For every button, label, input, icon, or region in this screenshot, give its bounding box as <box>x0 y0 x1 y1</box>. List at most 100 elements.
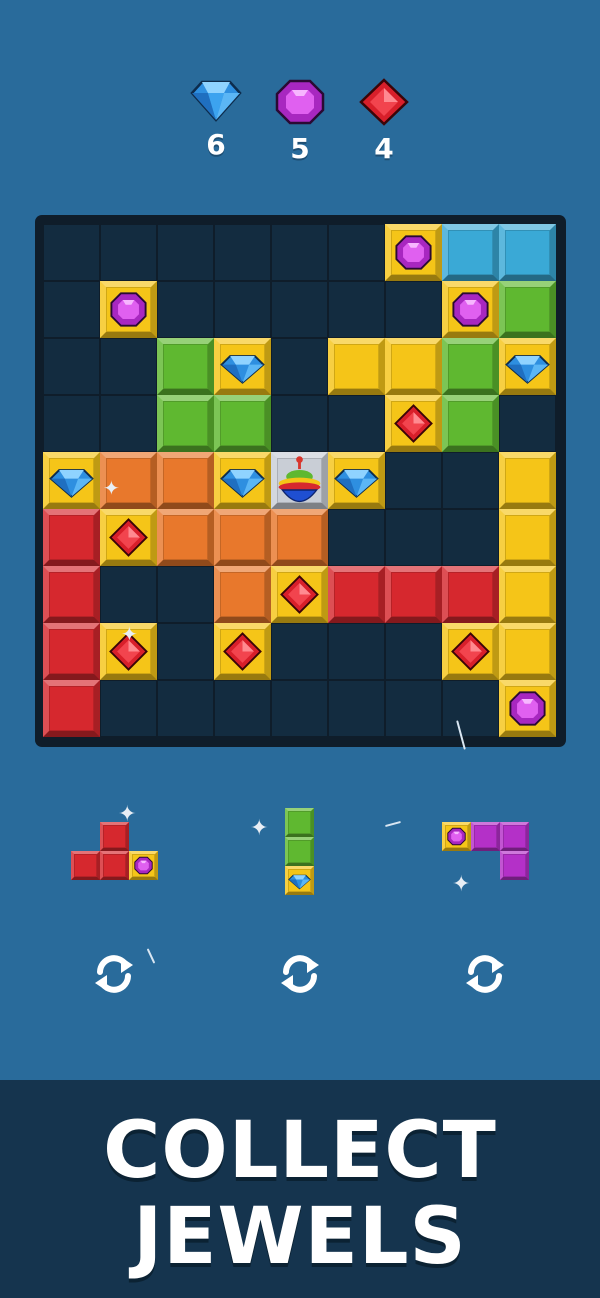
red-block <box>100 851 129 880</box>
board-cell[interactable] <box>271 623 328 680</box>
sparkle-icon: ✦ <box>121 622 138 646</box>
board-cell[interactable] <box>271 338 328 395</box>
red-gem-icon <box>109 518 148 557</box>
board-cell[interactable] <box>328 281 385 338</box>
rotate-icon <box>466 955 504 993</box>
board-cell[interactable] <box>157 224 214 281</box>
blue-diamond-count: 6 <box>206 128 226 161</box>
blue-gem-tile <box>214 452 271 509</box>
green-block <box>214 395 271 452</box>
green-block <box>442 395 499 452</box>
board-cell[interactable] <box>328 509 385 566</box>
board-cell[interactable] <box>442 509 499 566</box>
blue-diamond-icon <box>49 469 94 498</box>
yellow-block <box>499 623 556 680</box>
blue-diamond-icon <box>220 355 265 384</box>
red-gem-tile <box>214 623 271 680</box>
yellow-block <box>499 566 556 623</box>
blue-diamond-icon <box>505 355 550 384</box>
yellow-block <box>499 452 556 509</box>
purple-block <box>471 822 500 851</box>
purple-gem-icon <box>447 827 466 846</box>
board-cell[interactable] <box>43 338 100 395</box>
board-cell[interactable] <box>271 395 328 452</box>
spinning-top-icon <box>278 456 321 503</box>
rotate-button-middle[interactable] <box>277 951 323 997</box>
board-cell[interactable] <box>100 395 157 452</box>
board-cell[interactable] <box>157 566 214 623</box>
sparkle-icon: ✦ <box>118 802 137 827</box>
red-block <box>442 566 499 623</box>
goal-red-gem: 4 <box>354 78 414 164</box>
banner-line-1: COLLECT <box>103 1106 497 1196</box>
board-cell[interactable] <box>100 224 157 281</box>
orange-block <box>157 509 214 566</box>
board-cell[interactable] <box>385 281 442 338</box>
board-cell[interactable] <box>499 395 556 452</box>
board-cell[interactable] <box>328 623 385 680</box>
rotate-button-right[interactable] <box>462 951 508 997</box>
board-cell[interactable] <box>442 452 499 509</box>
blue-gem-tile <box>43 452 100 509</box>
red-block <box>328 566 385 623</box>
purple-gem-icon <box>110 292 147 327</box>
board-cell[interactable] <box>385 509 442 566</box>
green-block <box>442 338 499 395</box>
sparkle-icon: ✦ <box>452 872 471 897</box>
board-cell[interactable] <box>214 281 271 338</box>
board-cell[interactable] <box>100 680 157 737</box>
board-cell[interactable] <box>157 281 214 338</box>
purple-block <box>500 822 529 851</box>
blue-diamond-icon <box>288 874 311 890</box>
board-cell[interactable] <box>157 623 214 680</box>
board-cell[interactable] <box>328 395 385 452</box>
rotate-button-left[interactable] <box>91 951 137 997</box>
board-cell[interactable] <box>271 680 328 737</box>
purple-gem-count: 5 <box>290 132 310 165</box>
board-cell[interactable] <box>328 224 385 281</box>
green-block <box>157 338 214 395</box>
sparkle-icon: ✦ <box>250 816 269 841</box>
blue-gem-tile <box>214 338 271 395</box>
board-grid <box>43 224 556 737</box>
green-block <box>157 395 214 452</box>
red-block <box>43 623 100 680</box>
blue-diamond-icon <box>190 80 242 122</box>
board-cell[interactable] <box>43 395 100 452</box>
jewel-goals: 6 5 4 <box>0 78 600 168</box>
game-board: ✦ ✦ <box>35 215 566 747</box>
orange-block <box>214 566 271 623</box>
blue-diamond-icon <box>220 469 265 498</box>
board-cell[interactable] <box>385 680 442 737</box>
orange-block <box>271 509 328 566</box>
board-cell[interactable] <box>271 281 328 338</box>
board-cell[interactable] <box>100 566 157 623</box>
board-cell[interactable] <box>271 224 328 281</box>
board-cell[interactable] <box>157 680 214 737</box>
sparkle-icon: ✦ <box>103 476 120 500</box>
board-cell[interactable] <box>214 224 271 281</box>
board-cell[interactable] <box>43 281 100 338</box>
cyan-block <box>442 224 499 281</box>
rotate-icon <box>281 955 319 993</box>
board-cell[interactable] <box>214 680 271 737</box>
green-block <box>499 281 556 338</box>
goal-blue-diamond: 6 <box>186 78 246 160</box>
purple-gem-tile <box>129 851 158 880</box>
board-cell[interactable] <box>385 623 442 680</box>
board-cell[interactable] <box>385 452 442 509</box>
red-block <box>43 680 100 737</box>
red-gem-tile <box>271 566 328 623</box>
board-cell[interactable] <box>442 680 499 737</box>
purple-gem-tile <box>499 680 556 737</box>
blue-diamond-icon <box>334 469 379 498</box>
purple-block <box>500 851 529 880</box>
red-gem-tile <box>385 395 442 452</box>
green-block <box>285 808 314 837</box>
board-cell[interactable] <box>100 338 157 395</box>
red-gem-icon <box>359 78 409 126</box>
goal-purple-gem: 5 <box>270 78 330 164</box>
board-cell[interactable] <box>328 680 385 737</box>
board-cell[interactable] <box>43 224 100 281</box>
red-block <box>43 509 100 566</box>
